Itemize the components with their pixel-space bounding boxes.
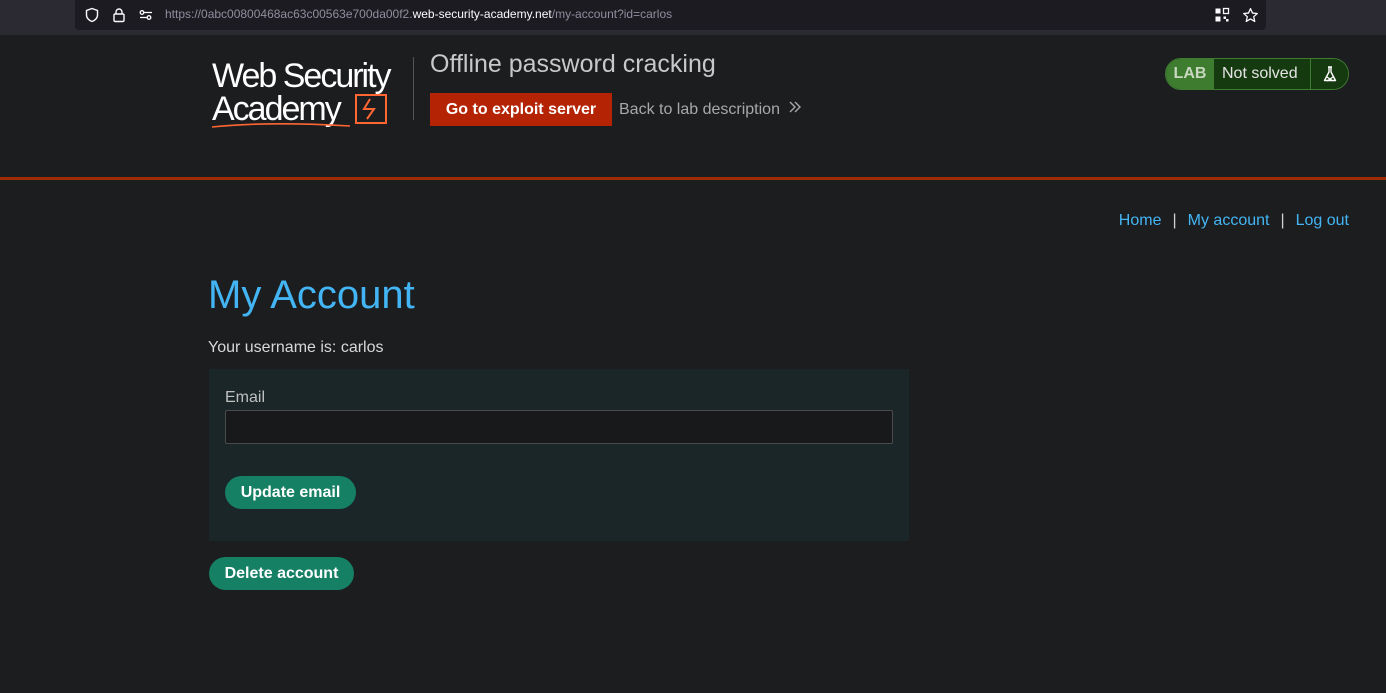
- url-text[interactable]: https://0abc00800468ac63c00563e700da00f2…: [165, 7, 672, 21]
- nav-separator: |: [1280, 212, 1285, 229]
- username-text: Your username is: carlos: [208, 339, 384, 356]
- delete-account-button[interactable]: Delete account: [209, 557, 354, 590]
- lab-status-text: Not solved: [1214, 59, 1310, 89]
- browser-toolbar: https://0abc00800468ac63c00563e700da00f2…: [0, 0, 1386, 35]
- go-to-exploit-server-button[interactable]: Go to exploit server: [430, 93, 612, 126]
- flask-icon: [1310, 59, 1348, 89]
- tracking-shield-icon[interactable]: [83, 6, 101, 24]
- lab-title: Offline password cracking: [430, 50, 716, 78]
- nav-log-out-link[interactable]: Log out: [1296, 212, 1349, 230]
- change-email-form: Email Update email: [209, 369, 909, 541]
- url-bar[interactable]: https://0abc00800468ac63c00563e700da00f2…: [75, 0, 1266, 30]
- logo-divider: [413, 57, 414, 120]
- header-divider: [0, 177, 1386, 180]
- url-path: /my-account?id=carlos: [551, 7, 673, 21]
- permissions-icon[interactable]: [137, 6, 155, 24]
- lab-badge: LAB: [1166, 59, 1214, 89]
- url-domain: web-security-academy.net: [412, 7, 552, 21]
- double-chevron-right-icon: [788, 100, 802, 119]
- qr-code-icon[interactable]: [1213, 6, 1231, 24]
- email-input[interactable]: [225, 410, 893, 444]
- top-nav: Home | My account | Log out: [1119, 212, 1349, 230]
- nav-home-link[interactable]: Home: [1119, 212, 1162, 230]
- bookmark-star-icon[interactable]: [1241, 6, 1259, 24]
- nav-my-account-link[interactable]: My account: [1188, 212, 1270, 230]
- web-security-academy-logo[interactable]: Web Security Academy: [210, 57, 410, 129]
- lab-header: Web Security Academy Offline password cr…: [0, 35, 1386, 178]
- nav-separator: |: [1172, 212, 1177, 229]
- page-title: My Account: [208, 273, 415, 317]
- back-link-label: Back to lab description: [619, 100, 780, 118]
- lab-status-widget: LAB Not solved: [1165, 58, 1349, 90]
- lock-icon[interactable]: [110, 6, 128, 24]
- back-to-lab-description-link[interactable]: Back to lab description: [619, 100, 802, 119]
- update-email-button[interactable]: Update email: [225, 476, 356, 509]
- logo-line2: Academy: [212, 90, 342, 128]
- url-prefix: https://0abc00800468ac63c00563e700da00f2…: [165, 7, 413, 21]
- email-label: Email: [225, 389, 266, 406]
